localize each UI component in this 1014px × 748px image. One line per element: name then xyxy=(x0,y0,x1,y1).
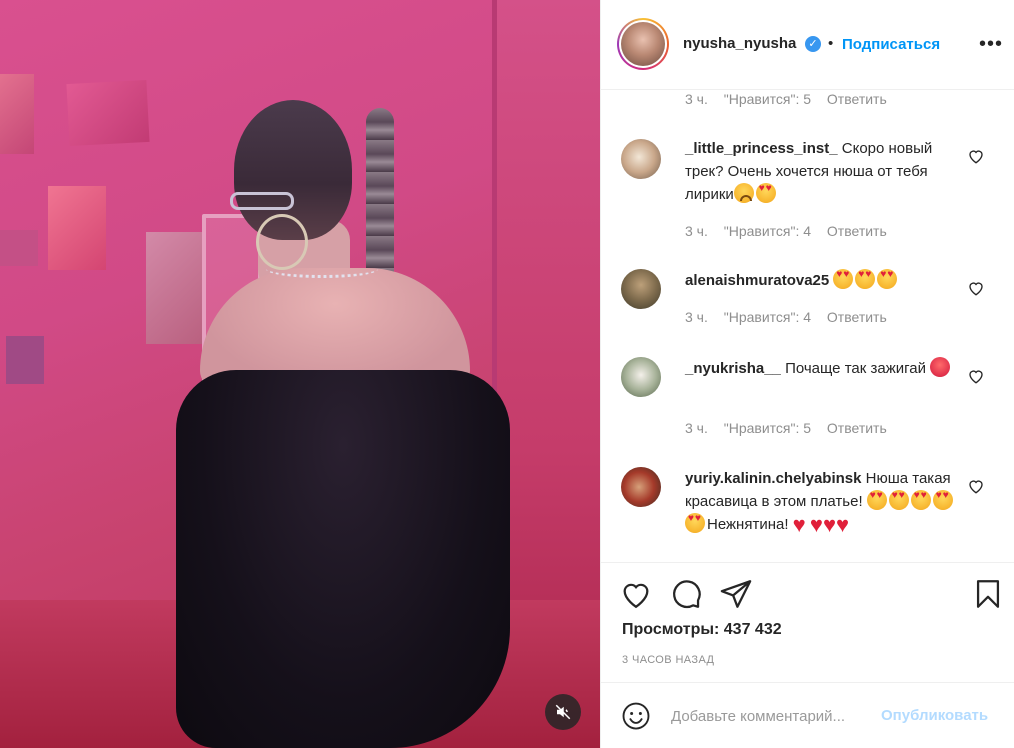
comment-likes[interactable]: "Нравится": 4 xyxy=(724,309,811,325)
comment-icon[interactable] xyxy=(669,577,703,611)
red-heart-icon: ♥ xyxy=(822,512,837,537)
commenter-avatar[interactable] xyxy=(621,139,661,179)
comment-text: alenaishmuratova25 xyxy=(685,269,955,292)
comment-meta: 3 ч. "Нравится": 5 Ответить xyxy=(685,91,899,107)
comment-meta: 3 ч. "Нравится": 4 Ответить xyxy=(685,309,899,325)
red-heart-icon: ♥ xyxy=(836,512,850,537)
reply-button[interactable]: Ответить xyxy=(827,223,887,239)
post-header: nyusha_nyusha ✓ • Подписаться ••• xyxy=(601,0,1014,90)
heart-eyes-icon xyxy=(833,269,854,289)
comment-like-heart-icon[interactable] xyxy=(967,147,985,165)
add-comment-bar: Опубликовать xyxy=(601,682,1014,748)
comment-body: Почаще так зажигай xyxy=(785,360,926,377)
comment-time: 3 ч. xyxy=(685,420,708,436)
reply-button[interactable]: Ответить xyxy=(827,91,887,107)
comment-meta: 3 ч. "Нравится": 4 Ответить xyxy=(685,223,899,239)
comment-time: 3 ч. xyxy=(685,91,708,107)
comment-likes[interactable]: "Нравится": 4 xyxy=(724,223,811,239)
mute-button[interactable] xyxy=(545,694,581,730)
heart-eyes-icon xyxy=(755,183,776,203)
commenter-avatar[interactable] xyxy=(621,357,661,397)
glasses xyxy=(230,192,294,210)
follow-button[interactable]: Подписаться xyxy=(842,36,940,53)
comment-time: 3 ч. xyxy=(685,309,708,325)
wall-poster xyxy=(6,336,44,384)
heart-eyes-icon xyxy=(932,490,953,510)
comment-meta: 3 ч. "Нравится": 5 Ответить xyxy=(685,420,899,436)
comment-like-heart-icon[interactable] xyxy=(967,279,985,297)
black-dress xyxy=(176,370,510,748)
comment-text: _little_princess_inst_ Скоро новый трек?… xyxy=(685,137,955,206)
comment-body-2: Нежнятина! xyxy=(707,516,789,533)
muted-speaker-icon xyxy=(555,704,571,720)
smile-icon[interactable] xyxy=(621,701,651,731)
comment-likes[interactable]: "Нравится": 5 xyxy=(724,420,811,436)
bookmark-icon[interactable] xyxy=(971,577,1005,611)
heart-eyes-icon xyxy=(877,269,898,289)
post-sidebar: nyusha_nyusha ✓ • Подписаться ••• 3 ч. "… xyxy=(600,0,1014,748)
paper-plane-icon[interactable] xyxy=(719,577,753,611)
avatar-image xyxy=(621,22,665,66)
comment-input[interactable] xyxy=(671,701,873,731)
commenter-username[interactable]: alenaishmuratova25 xyxy=(685,272,829,289)
comment-like-heart-icon[interactable] xyxy=(967,367,985,385)
verified-badge-icon: ✓ xyxy=(805,36,821,52)
view-count: Просмотры: 437 432 xyxy=(622,621,782,638)
wall-poster xyxy=(66,79,150,147)
publish-button[interactable]: Опубликовать xyxy=(881,707,988,724)
post-timestamp[interactable]: 3 ЧАСОВ НАЗАД xyxy=(622,654,714,666)
comment-likes[interactable]: "Нравится": 5 xyxy=(724,91,811,107)
red-heart-icon: ♥ xyxy=(809,512,823,537)
dancer-figure xyxy=(170,100,510,748)
author-avatar[interactable] xyxy=(617,18,669,70)
more-options-icon[interactable]: ••• xyxy=(979,34,1003,54)
comments-list[interactable]: 3 ч. "Нравится": 5 Ответить _little_prin… xyxy=(601,91,1014,561)
heart-eyes-icon xyxy=(888,490,909,510)
post-actions: Просмотры: 437 432 3 ЧАСОВ НАЗАД xyxy=(601,562,1014,682)
heart-eyes-icon xyxy=(910,490,931,510)
reply-button[interactable]: Ответить xyxy=(827,420,887,436)
comment-text: _nyukrisha__ Почаще так зажигай xyxy=(685,357,955,380)
commenter-username[interactable]: yuriy.kalinin.chelyabinsk xyxy=(685,470,861,487)
heart-eyes-icon xyxy=(855,269,876,289)
heart-eyes-icon xyxy=(866,490,887,510)
wall-poster xyxy=(0,230,38,266)
separator-dot: • xyxy=(828,35,834,52)
angry-face-icon xyxy=(930,357,951,377)
sad-face-icon xyxy=(733,183,754,203)
wall-poster xyxy=(48,186,106,270)
comment-text: yuriy.kalinin.chelyabinsk Нюша такая кра… xyxy=(685,467,955,536)
commenter-avatar[interactable] xyxy=(621,269,661,309)
heart-eyes-icon xyxy=(685,513,705,533)
necklace-chain xyxy=(266,260,378,278)
commenter-username[interactable]: _little_princess_inst_ xyxy=(685,140,838,157)
red-heart-icon: ♥ xyxy=(792,512,806,537)
author-username[interactable]: nyusha_nyusha xyxy=(683,35,796,52)
comment-time: 3 ч. xyxy=(685,223,708,239)
commenter-avatar[interactable] xyxy=(621,467,661,507)
post-video[interactable] xyxy=(0,0,600,748)
heart-icon[interactable] xyxy=(619,577,653,611)
wall-poster xyxy=(0,74,34,154)
comment-like-heart-icon[interactable] xyxy=(967,477,985,495)
reply-button[interactable]: Ответить xyxy=(827,309,887,325)
commenter-username[interactable]: _nyukrisha__ xyxy=(685,360,781,377)
